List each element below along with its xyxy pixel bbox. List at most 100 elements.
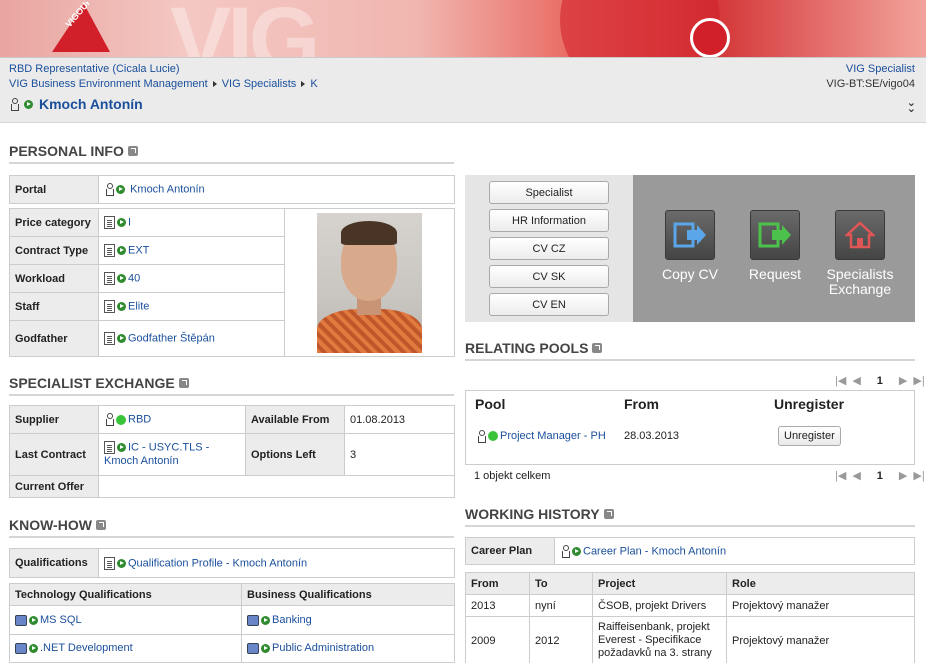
portal-link[interactable]: Kmoch Antonín: [130, 183, 205, 195]
cv-cz-button[interactable]: CV CZ: [489, 237, 609, 260]
relating-pools-title: RELATING POOLS: [465, 340, 915, 361]
external-link-icon[interactable]: [603, 509, 614, 519]
header-banner: VIG VIGOUR: [0, 0, 926, 58]
last-page-icon[interactable]: ▶|: [913, 374, 924, 387]
section-title-text: RELATING POOLS: [465, 340, 589, 356]
last-contract-cell: IC - USYC.TLS - Kmoch Antonín: [98, 433, 246, 476]
page-title-text: Kmoch Antonín: [39, 96, 143, 112]
staff-cell: Elite: [98, 292, 285, 321]
business-icon: [247, 642, 270, 654]
hr-information-button[interactable]: HR Information: [489, 209, 609, 232]
pools-table: Pool From Unregister Project Manager - P…: [465, 390, 915, 465]
banner-watermark: VIG: [170, 0, 320, 58]
external-link-icon[interactable]: [592, 343, 603, 353]
specialists-exchange-tile[interactable]: Specialists Exchange: [820, 210, 900, 297]
business-qualification-item: Public Administration: [241, 633, 455, 663]
vigour-logo: VIGOUR: [52, 2, 110, 52]
contract-type-link[interactable]: EXT: [128, 244, 149, 256]
price-category-link[interactable]: I: [128, 216, 131, 228]
col-role: Role: [726, 572, 915, 595]
portal-table: Portal Kmoch Antonín: [9, 175, 455, 204]
prev-page-icon[interactable]: ◀: [852, 469, 860, 482]
col-from: From: [624, 396, 659, 412]
history-role: Projektový manažer: [726, 594, 915, 617]
request-label: Request: [748, 266, 802, 282]
pool-from: 28.03.2013: [624, 430, 680, 442]
copy-cv-tile[interactable]: Copy CV: [655, 210, 725, 282]
next-page-icon[interactable]: ▶: [899, 469, 907, 482]
specialist-button[interactable]: Specialist: [489, 181, 609, 204]
supplier-link[interactable]: RBD: [128, 413, 151, 425]
external-link-icon[interactable]: [127, 146, 138, 156]
business-qualification-link[interactable]: Banking: [272, 614, 312, 626]
business-qualification-item: Banking: [241, 605, 455, 635]
breadcrumb-item-specialists[interactable]: VIG Specialists: [222, 78, 297, 90]
pools-count: 1 objekt celkem: [474, 470, 551, 482]
copy-cv-icon: [665, 210, 715, 260]
current-page: 1: [876, 374, 883, 387]
document-icon: [104, 216, 126, 229]
prev-page-icon[interactable]: ◀: [852, 374, 860, 387]
portal-label: Portal: [9, 175, 99, 204]
career-plan-link[interactable]: Career Plan - Kmoch Antonín: [583, 545, 726, 557]
first-page-icon[interactable]: |◀: [835, 469, 846, 482]
external-link-icon[interactable]: [178, 378, 189, 388]
user-link[interactable]: RBD Representative (Cicala Lucie): [9, 63, 180, 75]
cv-en-button[interactable]: CV EN: [489, 293, 609, 316]
history-to: nyní: [529, 594, 593, 617]
collapse-chevron-icon[interactable]: ⌄ ⌄: [907, 97, 916, 114]
workload-link[interactable]: 40: [128, 272, 140, 284]
workload-label: Workload: [9, 264, 99, 293]
personal-info-title: PERSONAL INFO: [9, 143, 454, 164]
supplier-label: Supplier: [9, 405, 99, 434]
contract-icon: [104, 441, 126, 455]
breadcrumb-item-bem[interactable]: VIG Business Environment Management: [9, 78, 208, 90]
section-title-text: KNOW-HOW: [9, 517, 92, 533]
go-icon[interactable]: [24, 99, 33, 109]
external-link-icon[interactable]: [95, 520, 106, 530]
qualifications-label: Qualifications: [9, 548, 99, 578]
cv-sk-button[interactable]: CV SK: [489, 265, 609, 288]
staff-label: Staff: [9, 292, 99, 321]
specialist-exchange-table: Supplier RBD Available From 01.08.2013 L…: [9, 405, 455, 498]
section-title-text: SPECIALIST EXCHANGE: [9, 375, 175, 391]
breadcrumb-item-k[interactable]: K: [310, 78, 317, 90]
last-page-icon[interactable]: ▶|: [913, 469, 924, 482]
action-buttons-panel: Specialist HR Information CV CZ CV SK CV…: [465, 175, 633, 322]
career-plan-table: Career Plan Career Plan - Kmoch Antonín: [465, 537, 915, 565]
object-code: VIG-BT:SE/vigo04: [826, 78, 915, 90]
contract-type-cell: EXT: [98, 236, 285, 265]
tech-qualification-link[interactable]: .NET Development: [40, 642, 133, 654]
tech-qualification-link[interactable]: MS SQL: [40, 614, 82, 626]
copy-cv-label: Copy CV: [661, 266, 719, 282]
history-role: Projektový manažer: [726, 616, 915, 663]
specialist-exchange-title: SPECIALIST EXCHANGE: [9, 375, 454, 396]
request-tile[interactable]: Request: [740, 210, 810, 282]
qualifications-list-table: Technology Qualifications Business Quali…: [9, 582, 455, 663]
next-page-icon[interactable]: ▶: [899, 374, 907, 387]
col-unregister: Unregister: [774, 396, 845, 412]
supplier-cell: RBD: [98, 405, 246, 434]
request-icon: [750, 210, 800, 260]
pool-link[interactable]: Project Manager - PH: [500, 430, 606, 442]
document-icon: [104, 300, 126, 313]
history-to: 2012: [529, 616, 593, 663]
godfather-cell: Godfather Štěpán: [98, 320, 285, 357]
options-left-label: Options Left: [245, 433, 345, 476]
technology-icon: [15, 642, 38, 654]
col-project: Project: [592, 572, 727, 595]
business-qualification-link[interactable]: Public Administration: [272, 642, 374, 654]
staff-link[interactable]: Elite: [128, 300, 149, 312]
qualification-profile-link[interactable]: Qualification Profile - Kmoch Antonín: [128, 557, 307, 569]
document-icon: [104, 332, 126, 345]
vig-specialist-link[interactable]: VIG Specialist: [846, 63, 915, 75]
document-icon: [104, 556, 126, 570]
godfather-link[interactable]: Godfather Štěpán: [128, 332, 215, 344]
price-category-label: Price category: [9, 208, 99, 237]
first-page-icon[interactable]: |◀: [835, 374, 846, 387]
workload-cell: 40: [98, 264, 285, 293]
col-pool: Pool: [475, 396, 506, 412]
unregister-button[interactable]: Unregister: [778, 426, 841, 446]
breadcrumb: VIG Business Environment Management VIG S…: [9, 78, 318, 90]
document-icon: [104, 244, 126, 257]
